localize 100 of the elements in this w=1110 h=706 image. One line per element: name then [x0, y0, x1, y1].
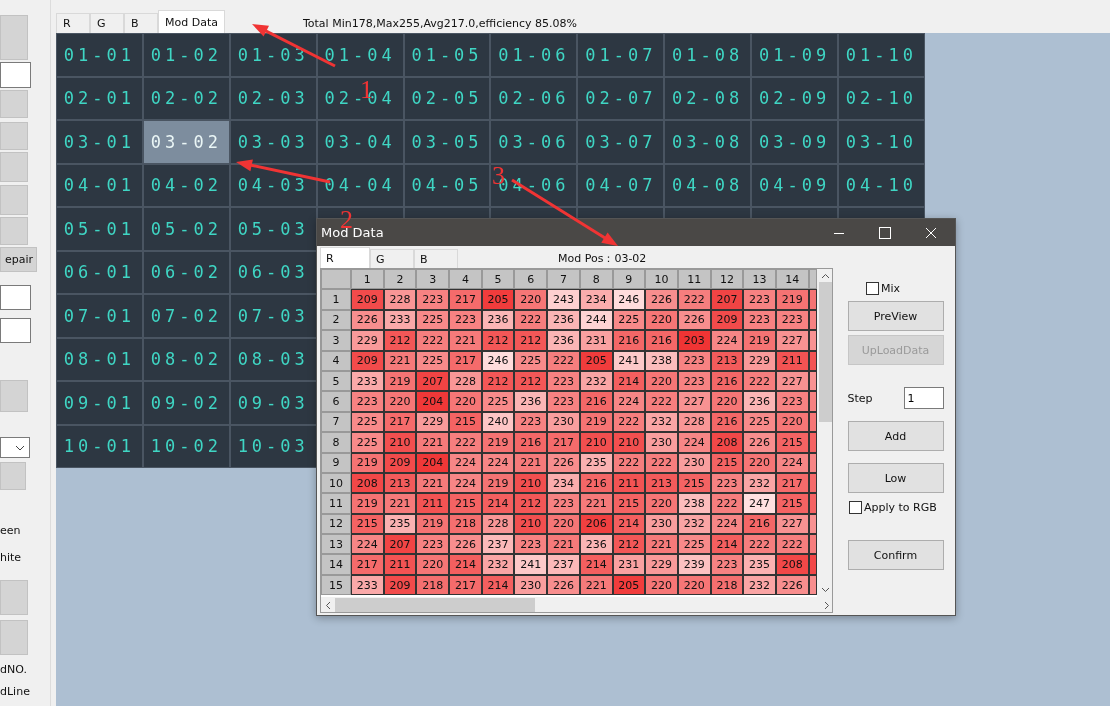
- side-button[interactable]: epair: [0, 247, 37, 272]
- tab[interactable]: B: [124, 13, 158, 33]
- module-cell[interactable]: 08-01: [56, 337, 143, 381]
- module-cell[interactable]: 01-03: [229, 33, 317, 77]
- table-cell: 232: [645, 411, 678, 433]
- tab[interactable]: R: [320, 247, 370, 268]
- table-cell: 224: [449, 452, 482, 473]
- vertical-scrollbar[interactable]: [817, 269, 832, 597]
- dropdown[interactable]: [0, 437, 30, 458]
- scroll-up-icon[interactable]: [821, 273, 830, 279]
- table-cell: 215: [351, 513, 384, 535]
- tab[interactable]: G: [90, 13, 124, 33]
- module-cell[interactable]: 04-08: [664, 163, 752, 207]
- table-cell: 215: [775, 493, 809, 514]
- confirm-button[interactable]: Confirm: [847, 540, 944, 570]
- module-cell[interactable]: 01-02: [142, 33, 230, 77]
- checkbox-label: Mix: [881, 282, 901, 295]
- module-cell[interactable]: 02-06: [490, 76, 578, 120]
- module-cell[interactable]: 02-10: [838, 76, 925, 120]
- input-field[interactable]: [0, 62, 31, 88]
- module-cell[interactable]: 05-01: [56, 207, 143, 251]
- close-icon[interactable]: [925, 226, 937, 239]
- module-cell[interactable]: 05-02: [142, 207, 230, 251]
- module-cell[interactable]: 03-10: [838, 120, 925, 164]
- table-cell: 218: [416, 574, 450, 596]
- table-cell: 225: [416, 309, 450, 331]
- module-cell[interactable]: 02-09: [751, 76, 838, 120]
- horizontal-scrollbar[interactable]: [321, 597, 832, 612]
- module-cell[interactable]: 06-02: [142, 250, 230, 294]
- table-cell: 222: [416, 330, 450, 351]
- module-cell[interactable]: 04-10: [838, 163, 925, 207]
- module-cell[interactable]: 04-04: [316, 163, 404, 207]
- scroll-left-icon[interactable]: [325, 600, 331, 610]
- module-cell[interactable]: 07-01: [56, 294, 143, 338]
- module-cell[interactable]: 03-06: [490, 120, 578, 164]
- module-cell[interactable]: 01-10: [838, 33, 925, 77]
- module-cell[interactable]: 03-03: [229, 120, 317, 164]
- module-cell[interactable]: 08-02: [142, 337, 230, 381]
- module-cell[interactable]: 07-02: [142, 294, 230, 338]
- tab[interactable]: R: [56, 13, 90, 33]
- scroll-down-icon[interactable]: [821, 587, 830, 593]
- module-cell[interactable]: 10-02: [142, 424, 230, 468]
- step-field[interactable]: 1: [903, 387, 944, 409]
- module-cell[interactable]: 10-01: [56, 424, 143, 468]
- input-field[interactable]: [0, 318, 31, 343]
- module-cell[interactable]: 01-09: [751, 33, 838, 77]
- module-cell[interactable]: 04-02: [142, 163, 230, 207]
- module-cell[interactable]: 01-04: [316, 33, 404, 77]
- tab[interactable]: Mod Data: [158, 10, 225, 33]
- module-cell[interactable]: 02-07: [577, 76, 665, 120]
- module-cell[interactable]: 02-05: [403, 76, 491, 120]
- module-cell[interactable]: 02-08: [664, 76, 752, 120]
- scroll-right-icon[interactable]: [824, 600, 830, 610]
- table-cell: 217: [449, 574, 482, 596]
- table-cell: 224: [449, 472, 482, 494]
- module-cell[interactable]: 02-02: [142, 76, 230, 120]
- module-cell[interactable]: 06-01: [56, 250, 143, 294]
- maximize-icon[interactable]: [879, 226, 891, 239]
- module-cell[interactable]: 01-06: [490, 33, 578, 77]
- table-cell: 237: [481, 534, 515, 555]
- module-cell[interactable]: 09-01: [56, 381, 143, 425]
- module-cell[interactable]: 03-01: [56, 120, 143, 164]
- module-cell[interactable]: 03-05: [403, 120, 491, 164]
- module-cell[interactable]: 04-01: [56, 163, 143, 207]
- table-cell: 232: [743, 472, 776, 494]
- module-cell[interactable]: 03-08: [664, 120, 752, 164]
- module-cell[interactable]: 03-04: [316, 120, 404, 164]
- module-cell[interactable]: 04-05: [403, 163, 491, 207]
- table-cell: 222: [514, 309, 548, 331]
- module-cell[interactable]: 03-09: [751, 120, 838, 164]
- dialog-button[interactable]: Add: [847, 421, 944, 451]
- dialog-button[interactable]: Low: [847, 463, 944, 493]
- input-field[interactable]: [0, 285, 31, 310]
- dialog-button[interactable]: PreView: [847, 301, 944, 331]
- row-header: 5: [321, 370, 351, 392]
- module-cell[interactable]: 01-08: [664, 33, 752, 77]
- table-cell: 209: [351, 350, 384, 371]
- module-cell[interactable]: 02-01: [56, 76, 143, 120]
- table-cell: 228: [383, 289, 417, 310]
- module-cell[interactable]: 04-03: [229, 163, 317, 207]
- module-cell[interactable]: 01-07: [577, 33, 665, 77]
- module-cell[interactable]: 01-01: [56, 33, 143, 77]
- table-cell: 220: [645, 309, 678, 331]
- module-cell[interactable]: 09-02: [142, 381, 230, 425]
- summary-text: Total Min178,Max255,Avg217.0,efficiency 85.08%: [302, 17, 577, 30]
- module-cell[interactable]: 01-05: [403, 33, 491, 77]
- checkbox[interactable]: [849, 501, 862, 514]
- checkbox[interactable]: [866, 282, 879, 295]
- module-cell[interactable]: 03-07: [577, 120, 665, 164]
- table-cell: 204: [416, 452, 450, 473]
- module-cell[interactable]: 02-03: [229, 76, 317, 120]
- table-cell: 221: [416, 432, 450, 453]
- column-header: 6: [514, 269, 548, 290]
- module-cell[interactable]: 04-07: [577, 163, 665, 207]
- table-cell: 224: [710, 330, 744, 351]
- table-cell: 210: [579, 432, 613, 453]
- table-cell: 219: [481, 432, 515, 453]
- table-cell: [808, 493, 817, 514]
- table-cell: 203: [677, 330, 711, 351]
- module-cell[interactable]: 04-09: [751, 163, 838, 207]
